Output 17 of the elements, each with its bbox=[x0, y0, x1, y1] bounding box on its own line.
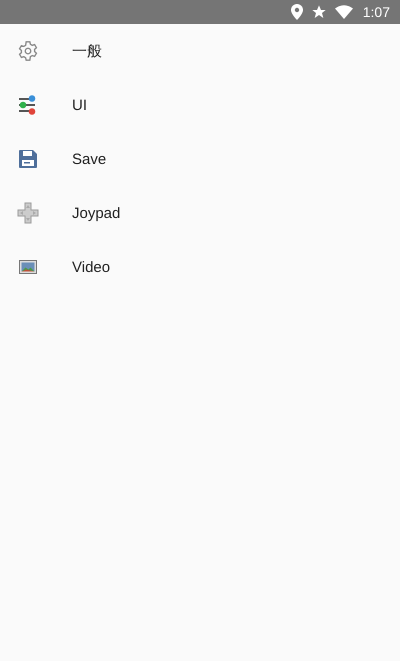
menu-item-label: Joypad bbox=[72, 204, 120, 222]
gear-icon bbox=[17, 40, 39, 62]
image-icon bbox=[19, 260, 37, 274]
clock-time: 1:07 bbox=[362, 4, 390, 20]
star-icon bbox=[310, 4, 327, 20]
menu-item-label: Save bbox=[72, 150, 106, 168]
location-pin-icon bbox=[290, 4, 303, 20]
menu-item-label: UI bbox=[72, 96, 87, 114]
menu-item[interactable]: 一般 bbox=[0, 24, 400, 78]
menu-item[interactable]: Save bbox=[0, 132, 400, 186]
dpad-icon bbox=[17, 202, 39, 224]
menu-item[interactable]: Video bbox=[0, 240, 400, 294]
menu-item-label: 一般 bbox=[72, 42, 102, 60]
menu-item-label: Video bbox=[72, 258, 110, 276]
wifi-icon bbox=[334, 5, 353, 19]
menu-item[interactable]: UI bbox=[0, 78, 400, 132]
menu-item[interactable]: Joypad bbox=[0, 186, 400, 240]
